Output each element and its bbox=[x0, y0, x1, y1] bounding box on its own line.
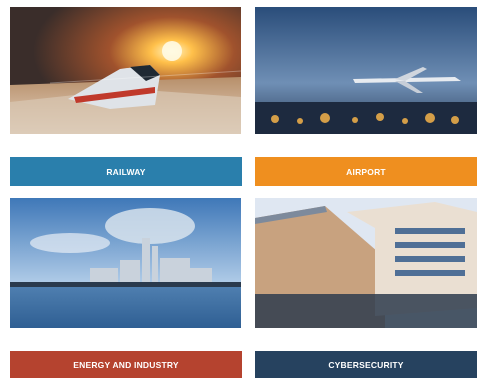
energy-and-industry-button[interactable]: ENERGY AND INDUSTRY bbox=[10, 351, 242, 378]
railway-image[interactable] bbox=[10, 7, 241, 134]
energy-industry-image[interactable] bbox=[10, 198, 241, 328]
railway-button[interactable]: RAILWAY bbox=[10, 157, 242, 186]
cybersecurity-building-image[interactable] bbox=[255, 198, 477, 328]
airport-image[interactable] bbox=[255, 7, 477, 134]
airport-button[interactable]: AIRPORT bbox=[255, 157, 477, 186]
cybersecurity-button[interactable]: CYBERSECURITY bbox=[255, 351, 477, 378]
